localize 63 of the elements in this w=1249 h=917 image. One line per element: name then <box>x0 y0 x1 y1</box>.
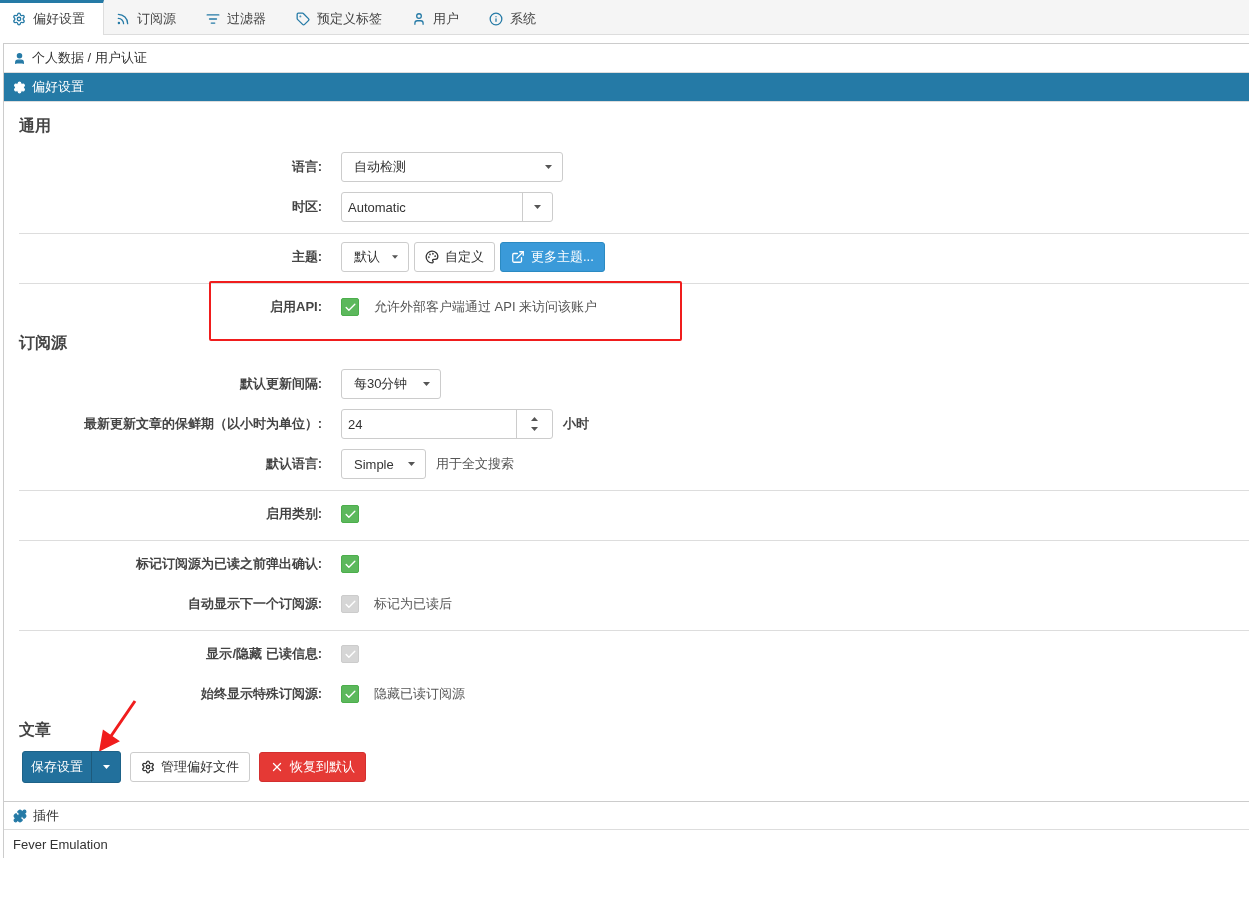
accordion-header[interactable]: 插件 <box>4 801 1249 830</box>
tab[interactable]: 预定义标签 <box>284 0 400 34</box>
dropdown[interactable]: 自动检测 <box>341 152 563 182</box>
theme-dropdown[interactable]: 默认 <box>341 242 409 272</box>
field-label: 默认更新间隔: <box>238 375 322 393</box>
puzzle-icon <box>13 808 27 823</box>
user-icon <box>13 51 26 65</box>
save-split-button[interactable]: 保存设置 <box>22 751 121 783</box>
accordion-header[interactable]: 偏好设置 <box>4 73 1249 102</box>
field-label: 时区: <box>290 198 322 216</box>
info-icon <box>489 11 503 26</box>
tab[interactable]: 系统 <box>477 0 554 34</box>
dropdown[interactable]: Simple <box>341 449 426 479</box>
rss-icon <box>116 11 130 26</box>
tab[interactable]: 偏好设置 <box>0 0 104 35</box>
section-title: 订阅源 <box>19 333 68 353</box>
unit-label: 小时 <box>563 415 589 433</box>
settings-icon <box>12 12 26 26</box>
settings-icon <box>13 80 26 94</box>
caret-icon <box>534 205 541 209</box>
field-label: 启用API: <box>269 298 322 316</box>
filter-icon <box>206 11 220 26</box>
checkbox[interactable] <box>341 685 359 703</box>
close-icon <box>270 760 284 774</box>
checkbox-label: 隐藏已读订阅源 <box>374 685 465 703</box>
checkbox[interactable] <box>341 298 359 316</box>
hint-text: 用于全文搜索 <box>436 455 514 473</box>
spinner-icon <box>531 417 538 431</box>
field-label: 自动显示下一个订阅源: <box>186 595 322 613</box>
section-title: 通用 <box>19 116 52 136</box>
field-label: 启用类别: <box>264 505 322 523</box>
checkbox[interactable] <box>341 505 359 523</box>
checkbox-label: 标记为已读后 <box>374 595 452 613</box>
checkbox[interactable] <box>341 555 359 573</box>
field-label: 标记订阅源为已读之前弹出确认: <box>134 555 322 573</box>
checkbox-label: 允许外部客户端通过 API 来访问该账户 <box>374 298 598 316</box>
field-label: 始终显示特殊订阅源: <box>199 685 322 703</box>
field-label: 显示/隐藏 已读信息: <box>205 645 322 663</box>
caret-icon <box>392 255 398 259</box>
settings-icon <box>141 760 155 774</box>
field-label: 主题: <box>290 248 322 266</box>
tab[interactable]: 用户 <box>400 0 477 34</box>
user-icon <box>412 11 426 26</box>
external-link-icon <box>511 250 525 264</box>
tag-icon <box>296 11 310 26</box>
timezone-dropdown[interactable]: Automatic <box>341 192 553 222</box>
plugin-item[interactable]: Fever Emulation <box>4 830 1249 858</box>
customize-button[interactable]: 自定义 <box>414 242 495 272</box>
caret-icon <box>423 382 430 386</box>
reset-button[interactable]: 恢复到默认 <box>259 752 366 782</box>
section-title: 文章 <box>19 720 52 740</box>
tab[interactable]: 过滤器 <box>194 0 284 34</box>
manage-button[interactable]: 管理偏好文件 <box>130 752 250 782</box>
palette-icon <box>425 250 439 264</box>
field-label: 最新更新文章的保鲜期（以小时为单位）: <box>82 415 322 433</box>
tab[interactable]: 订阅源 <box>104 0 194 34</box>
number-field[interactable]: 24 <box>341 409 553 439</box>
dropdown[interactable]: 每30分钟 <box>341 369 441 399</box>
caret-icon <box>408 462 415 466</box>
caret-icon <box>102 765 110 769</box>
field-label: 语言: <box>290 158 322 176</box>
caret-icon <box>545 165 552 169</box>
field-label: 默认语言: <box>264 455 322 473</box>
